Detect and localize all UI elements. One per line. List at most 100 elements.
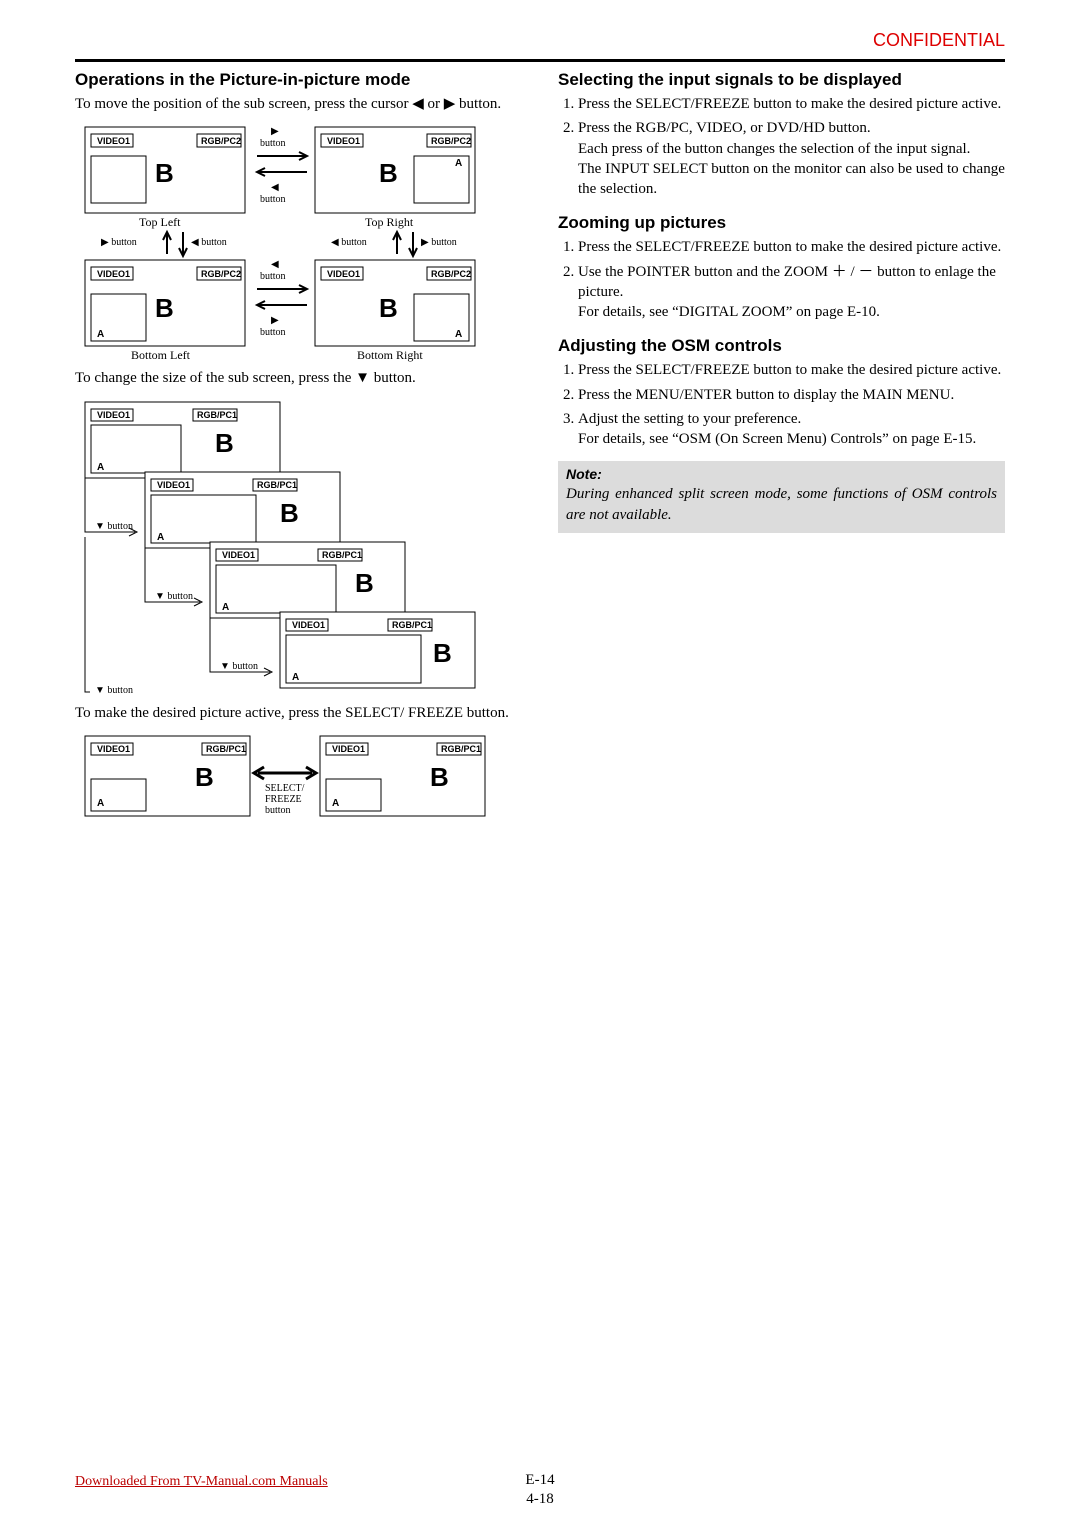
svg-text:A: A: [292, 672, 299, 683]
svg-text:▼ button: ▼ button: [155, 591, 193, 602]
svg-text:RGB/PC1: RGB/PC1: [322, 550, 362, 560]
step: Use the POINTER button and the ZOOM ＋ / …: [578, 262, 1005, 323]
svg-text:Top Left: Top Left: [139, 215, 181, 229]
step: Press the SELECT/FREEZE button to make t…: [578, 360, 1005, 380]
svg-text:A: A: [455, 158, 462, 169]
svg-text:RGB/PC1: RGB/PC1: [392, 620, 432, 630]
download-link[interactable]: Downloaded From TV-Manual.com Manuals: [75, 1474, 328, 1489]
svg-text:VIDEO1: VIDEO1: [97, 269, 130, 279]
step: Press the MENU/ENTER button to display t…: [578, 385, 1005, 405]
svg-text:◀ button: ◀ button: [331, 237, 367, 248]
step-text: Use the POINTER button and the ZOOM ＋ / …: [578, 264, 996, 300]
para-freeze: To make the desired picture active, pres…: [75, 703, 522, 723]
svg-text:A: A: [97, 798, 104, 809]
svg-text:RGB/PC2: RGB/PC2: [201, 136, 241, 146]
svg-text:▼ button: ▼ button: [95, 521, 133, 532]
note-body: During enhanced split screen mode, some …: [566, 484, 997, 525]
step: Press the SELECT/FREEZE button to make t…: [578, 237, 1005, 257]
step-text: Press the RGB/PC, VIDEO, or DVD/HD butto…: [578, 120, 871, 136]
svg-text:button: button: [260, 327, 286, 338]
docpage: 4-18: [526, 1491, 554, 1507]
svg-text:RGB/PC1: RGB/PC1: [441, 744, 481, 754]
svg-text:B: B: [195, 762, 214, 792]
svg-text:▶: ▶: [271, 126, 279, 137]
svg-text:RGB/PC1: RGB/PC1: [257, 480, 297, 490]
svg-text:B: B: [280, 498, 299, 528]
svg-text:B: B: [379, 158, 398, 188]
svg-text:VIDEO1: VIDEO1: [327, 136, 360, 146]
diagram-pip-sizes: .bx{fill:#fff;stroke:#000;stroke-width:1…: [75, 397, 495, 697]
svg-text:B: B: [379, 293, 398, 323]
diagram-select-freeze: .bx{fill:#fff;stroke:#000;stroke-width:1…: [75, 731, 495, 831]
diagram-pip-positions: .bx{fill:#fff;stroke:#000;stroke-width:1…: [75, 122, 485, 362]
svg-text:RGB/PC1: RGB/PC1: [206, 744, 246, 754]
para-size-sub: To change the size of the sub screen, pr…: [75, 368, 522, 388]
svg-text:button: button: [260, 138, 286, 149]
step: Press the RGB/PC, VIDEO, or DVD/HD butto…: [578, 118, 1005, 199]
svg-text:VIDEO1: VIDEO1: [97, 136, 130, 146]
svg-text:B: B: [155, 158, 174, 188]
svg-text:◀ button: ◀ button: [191, 237, 227, 248]
steps-input: Press the SELECT/FREEZE button to make t…: [558, 94, 1005, 199]
heading-zoom: Zooming up pictures: [558, 213, 1005, 233]
svg-text:▼ button: ▼ button: [95, 685, 133, 696]
content-columns: Operations in the Picture-in-picture mod…: [75, 70, 1005, 831]
svg-text:A: A: [97, 462, 104, 473]
step-cont: For details, see “OSM (On Screen Menu) C…: [578, 429, 1005, 449]
step: Press the SELECT/FREEZE button to make t…: [578, 94, 1005, 114]
heading-input: Selecting the input signals to be displa…: [558, 70, 1005, 90]
svg-text:A: A: [332, 798, 339, 809]
svg-text:B: B: [355, 568, 374, 598]
svg-text:VIDEO1: VIDEO1: [332, 744, 365, 754]
step-cont: The INPUT SELECT button on the monitor c…: [578, 159, 1005, 200]
steps-osm: Press the SELECT/FREEZE button to make t…: [558, 360, 1005, 449]
svg-text:B: B: [215, 428, 234, 458]
step-text: Adjust the setting to your preference.: [578, 411, 801, 427]
svg-text:VIDEO1: VIDEO1: [97, 410, 130, 420]
svg-text:A: A: [97, 329, 104, 340]
svg-text:B: B: [430, 762, 449, 792]
svg-text:RGB/PC2: RGB/PC2: [201, 269, 241, 279]
left-column: Operations in the Picture-in-picture mod…: [75, 70, 522, 831]
svg-text:RGB/PC2: RGB/PC2: [431, 136, 471, 146]
svg-text:▶ button: ▶ button: [421, 237, 457, 248]
steps-zoom: Press the SELECT/FREEZE button to make t…: [558, 237, 1005, 322]
svg-text:Bottom Right: Bottom Right: [357, 348, 423, 362]
note-title: Note:: [566, 466, 997, 482]
step-cont: For details, see “DIGITAL ZOOM” on page …: [578, 302, 1005, 322]
svg-text:A: A: [157, 532, 164, 543]
page-rule: [75, 59, 1005, 62]
svg-text:Bottom Left: Bottom Left: [131, 348, 191, 362]
svg-text:button: button: [260, 271, 286, 282]
step-cont: Each press of the button changes the sel…: [578, 139, 1005, 159]
svg-text:A: A: [222, 602, 229, 613]
heading-pip: Operations in the Picture-in-picture mod…: [75, 70, 522, 90]
svg-text:VIDEO1: VIDEO1: [157, 480, 190, 490]
svg-text:RGB/PC2: RGB/PC2: [431, 269, 471, 279]
svg-text:▶: ▶: [271, 315, 279, 326]
svg-text:▶ button: ▶ button: [101, 237, 137, 248]
svg-text:VIDEO1: VIDEO1: [222, 550, 255, 560]
svg-text:RGB/PC1: RGB/PC1: [197, 410, 237, 420]
svg-text:SELECT/: SELECT/: [265, 783, 305, 794]
svg-text:FREEZE: FREEZE: [265, 794, 302, 805]
svg-text:B: B: [433, 638, 452, 668]
page-footer: Downloaded From TV-Manual.com Manuals E-…: [75, 1473, 1005, 1508]
svg-text:button: button: [265, 805, 291, 816]
svg-text:VIDEO1: VIDEO1: [292, 620, 325, 630]
heading-osm: Adjusting the OSM controls: [558, 336, 1005, 356]
svg-text:button: button: [260, 194, 286, 205]
confidential-stamp: CONFIDENTIAL: [75, 30, 1005, 51]
svg-text:VIDEO1: VIDEO1: [97, 744, 130, 754]
para-move-sub: To move the position of the sub screen, …: [75, 94, 522, 114]
note-box: Note: During enhanced split screen mode,…: [558, 461, 1005, 533]
svg-text:B: B: [155, 293, 174, 323]
right-column: Selecting the input signals to be displa…: [558, 70, 1005, 831]
svg-text:◀: ◀: [271, 182, 279, 193]
svg-text:▼ button: ▼ button: [220, 661, 258, 672]
svg-text:A: A: [455, 329, 462, 340]
step: Adjust the setting to your preference. F…: [578, 409, 1005, 450]
svg-text:VIDEO1: VIDEO1: [327, 269, 360, 279]
svg-text:Top Right: Top Right: [365, 215, 414, 229]
svg-text:◀: ◀: [271, 259, 279, 270]
